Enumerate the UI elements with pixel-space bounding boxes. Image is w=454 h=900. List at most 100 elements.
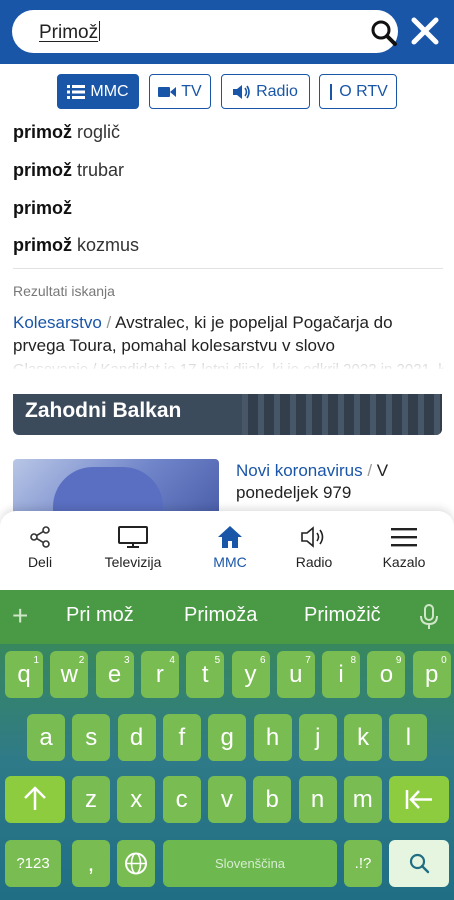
backspace-key[interactable] (389, 776, 449, 823)
space-key[interactable]: Slovenščina (163, 840, 337, 887)
key-k[interactable]: k (344, 714, 383, 761)
globe-icon (125, 852, 147, 875)
key-q[interactable]: q1 (5, 651, 43, 698)
nav-item-televizija[interactable]: Televizija (88, 525, 178, 570)
key-label: i (338, 661, 344, 688)
nav-label: Radio (295, 554, 333, 570)
keyboard-suggestion[interactable]: Primožič (304, 604, 381, 627)
key-hint: 3 (124, 655, 130, 666)
keyboard-suggestion[interactable]: Pri mož (66, 604, 134, 627)
key-u[interactable]: u7 (276, 651, 315, 698)
keyboard-suggestion-bar: + Pri mož Primoža Primožič (0, 590, 454, 644)
key-j[interactable]: j (298, 714, 337, 761)
key-v[interactable]: v (207, 776, 246, 823)
key-label: e (107, 661, 122, 688)
key-y[interactable]: y6 (231, 651, 270, 698)
filter-mmc[interactable]: MMC (57, 74, 139, 109)
key-s[interactable]: s (72, 714, 111, 761)
search-icon (409, 853, 430, 874)
nav-item-kazalo[interactable]: Kazalo (359, 525, 449, 570)
share-icon (30, 526, 50, 548)
key-w[interactable]: w2 (50, 651, 89, 698)
nav-label: Deli (27, 554, 53, 570)
key-c[interactable]: c (162, 776, 201, 823)
microphone-icon[interactable] (418, 604, 440, 630)
key-e[interactable]: e3 (95, 651, 134, 698)
filter-o-rtv[interactable]: O RTV (319, 74, 397, 109)
comma-label: , (87, 850, 95, 877)
key-m[interactable]: m (343, 776, 382, 823)
key-z[interactable]: z (72, 776, 110, 823)
key-n[interactable]: n (298, 776, 337, 823)
keyboard-search-key[interactable] (389, 840, 449, 887)
language-key[interactable] (117, 840, 155, 887)
key-a[interactable]: a (27, 714, 65, 761)
filter-radio[interactable]: Radio (221, 74, 310, 109)
key-hint: 9 (395, 655, 402, 666)
key-o[interactable]: o9 (367, 651, 406, 698)
key-r[interactable]: r4 (140, 651, 179, 698)
key-b[interactable]: b (253, 776, 292, 823)
key-p[interactable]: p0 (412, 651, 451, 698)
suggestion-item[interactable]: primož (13, 198, 72, 219)
result-separator: / (101, 313, 116, 332)
banner-image (242, 394, 442, 435)
comma-key[interactable]: , (72, 840, 110, 887)
symbols-key[interactable]: ?123 (5, 840, 61, 887)
nav-item-radio[interactable]: Radio (269, 525, 359, 570)
search-bar: Primož (0, 0, 454, 64)
suggestion-item[interactable]: primož trubar (13, 160, 124, 181)
key-hint: 1 (33, 655, 39, 666)
search-result[interactable]: Kolesarstvo / Avstralec, ki je popeljal … (13, 311, 443, 357)
article-teaser[interactable]: Novi koronavirus / V ponedeljek 979 (236, 460, 442, 504)
result-category[interactable]: Kolesarstvo (13, 313, 102, 332)
punctuation-key[interactable]: .!? (344, 840, 382, 887)
nav-label: MMC (213, 554, 247, 570)
search-input[interactable]: Primož (39, 21, 101, 44)
keyboard-suggestion[interactable]: Primoža (184, 604, 257, 627)
plus-icon[interactable]: + (12, 600, 28, 632)
key-f[interactable]: f (162, 714, 201, 761)
filter-mmc-label: MMC (90, 82, 129, 100)
close-icon[interactable] (410, 16, 440, 46)
search-filters: MMC TV Radio O RTV (0, 64, 454, 120)
info-icon (330, 83, 333, 100)
article-category[interactable]: Novi koronavirus (236, 461, 363, 480)
filter-tv[interactable]: TV (149, 74, 211, 109)
on-screen-keyboard: + Pri mož Primoža Primožič q1w2e3r4t5y6u… (0, 590, 454, 900)
filter-radio-label: Radio (256, 82, 298, 100)
nav-label: Kazalo (382, 554, 426, 570)
key-label: p (425, 661, 439, 688)
search-field[interactable]: Primož (12, 10, 398, 53)
key-g[interactable]: g (208, 714, 247, 761)
key-label: r (155, 661, 164, 688)
key-d[interactable]: d (117, 714, 156, 761)
shift-arrow-icon (24, 786, 46, 810)
app-screen: Primož MMC TV Radio O RTV primož roglič … (0, 0, 454, 900)
key-x[interactable]: x (117, 776, 156, 823)
key-t[interactable]: t5 (186, 651, 225, 698)
bottom-navigation: Deli Televizija MMC Radio Kazalo (0, 511, 454, 590)
video-camera-icon (158, 86, 177, 97)
key-i[interactable]: i8 (322, 651, 361, 698)
suggestion-item[interactable]: primož kozmus (13, 235, 139, 256)
shift-key[interactable] (5, 776, 65, 823)
menu-icon (391, 528, 417, 547)
nav-item-deli[interactable]: Deli (0, 525, 85, 570)
article-thumbnail[interactable] (13, 459, 219, 519)
backspace-icon (405, 790, 432, 809)
key-label: w (60, 661, 78, 688)
banner-title: Zahodni Balkan (25, 399, 182, 422)
nav-item-mmc[interactable]: MMC (185, 525, 275, 570)
key-label: o (379, 661, 394, 688)
key-hint: 6 (259, 655, 266, 666)
article-banner[interactable]: Zahodni Balkan (13, 394, 442, 435)
suggestion-item[interactable]: primož roglič (13, 122, 120, 143)
key-label: y (244, 661, 257, 688)
list-icon (67, 84, 86, 99)
search-icon[interactable] (370, 19, 398, 47)
key-h[interactable]: h (253, 714, 292, 761)
divider (13, 268, 443, 269)
key-l[interactable]: l (389, 714, 428, 761)
key-label: q (17, 661, 31, 688)
